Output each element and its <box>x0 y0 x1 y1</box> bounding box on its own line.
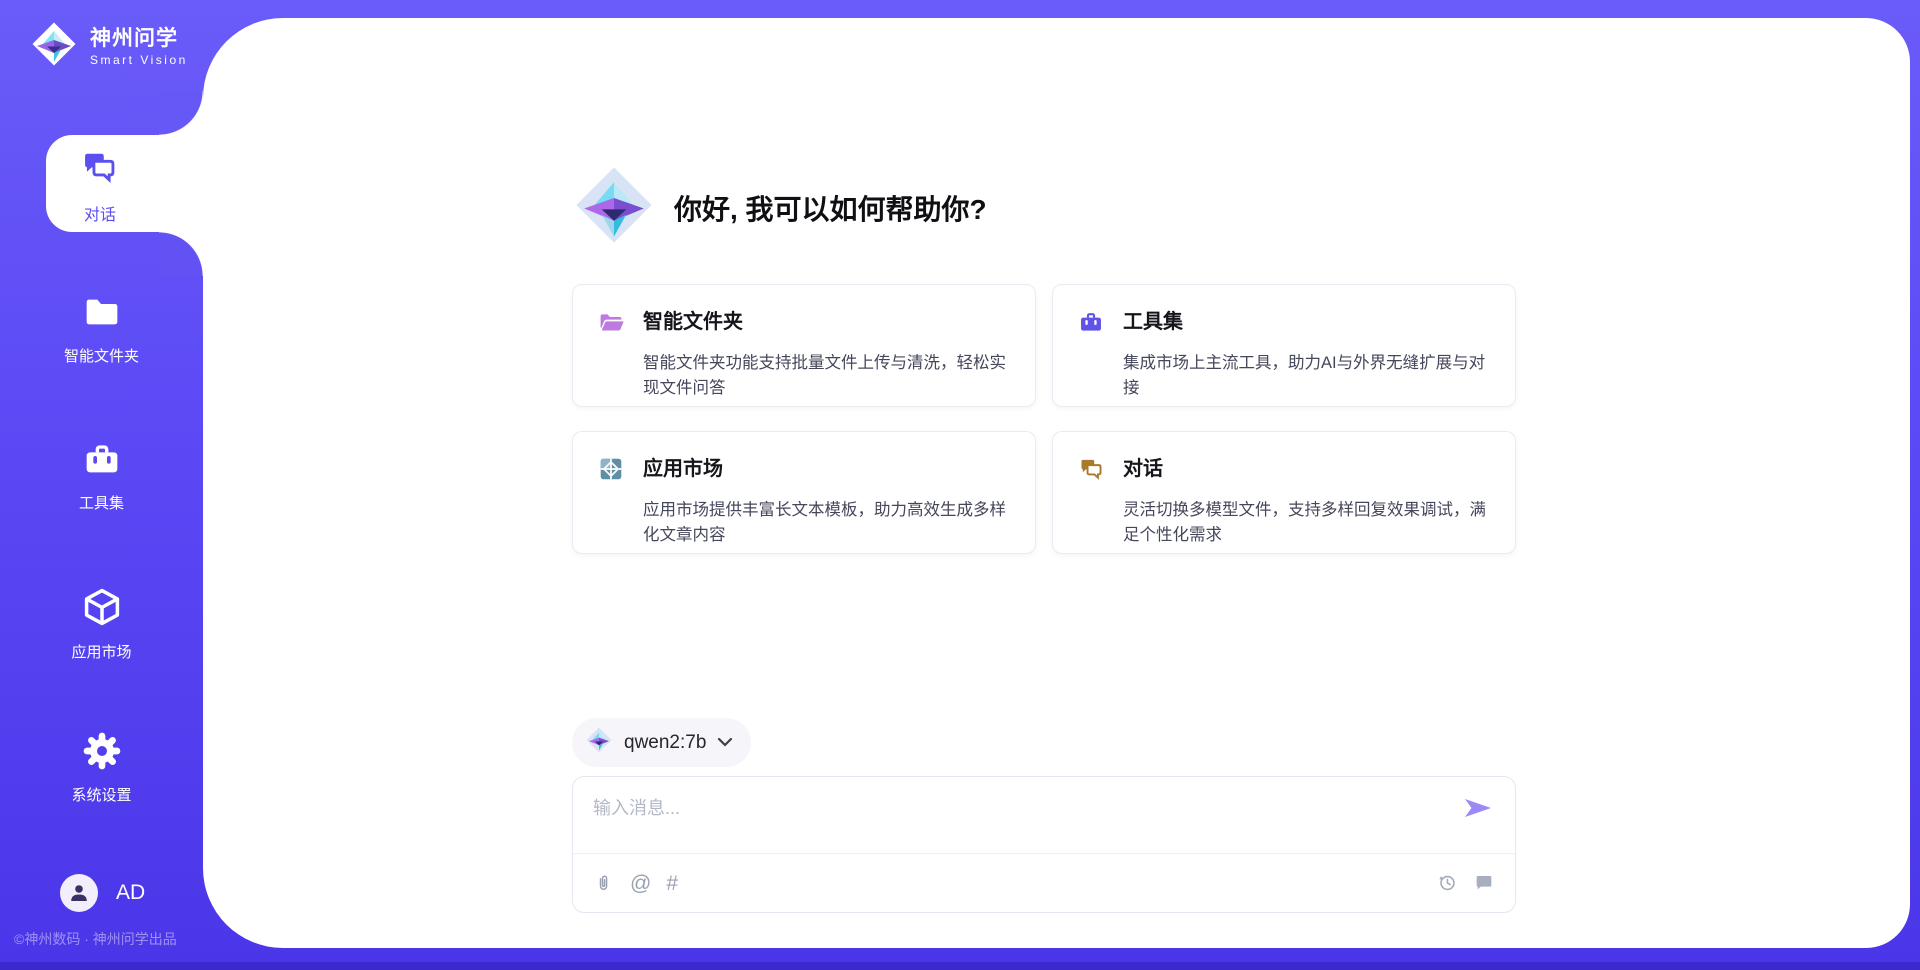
composer-divider <box>573 853 1515 854</box>
model-diamond-icon <box>585 726 613 759</box>
toolbox-icon <box>1078 309 1123 345</box>
new-chat-button[interactable] <box>1473 872 1495 897</box>
greeting: 你好, 我可以如何帮助你? <box>572 163 1516 252</box>
history-icon <box>1435 871 1459 898</box>
composer: @ # <box>572 776 1516 913</box>
card-description: 应用市场提供丰富长文本模板，助力高效生成多样化文章内容 <box>643 498 1017 553</box>
avatar <box>60 874 98 912</box>
card-app-market[interactable]: 应用市场 应用市场提供丰富长文本模板，助力高效生成多样化文章内容 <box>572 431 1036 554</box>
gear-icon <box>82 758 122 775</box>
brand-diamond-icon <box>30 20 78 73</box>
bottom-edge <box>0 962 1920 970</box>
send-icon <box>1463 807 1493 822</box>
sidebar-item-settings[interactable]: 系统设置 <box>0 731 203 805</box>
feature-cards: 智能文件夹 智能文件夹功能支持批量文件上传与清洗，轻松实现文件问答 工具集 集成… <box>572 284 1516 554</box>
send-button[interactable] <box>1463 797 1493 822</box>
composer-toolbar: @ # <box>593 867 1495 901</box>
sidebar: 神州问学 Smart Vision 对话 智能文件夹 <box>0 0 203 970</box>
toolbox-icon <box>82 466 122 483</box>
card-chat[interactable]: 对话 灵活切换多模型文件，支持多样回复效果调试，满足个性化需求 <box>1052 431 1516 554</box>
brand-name: 神州问学 <box>90 27 188 51</box>
at-icon: @ <box>630 872 651 896</box>
active-tab-fillet-top <box>159 91 203 135</box>
history-button[interactable] <box>1435 871 1459 898</box>
message-input[interactable] <box>593 791 1433 825</box>
copyright: ©神州数码 · 神州问学出品 <box>14 929 214 949</box>
folder-open-icon <box>598 309 643 345</box>
sidebar-item-toolset[interactable]: 工具集 <box>0 439 203 513</box>
sidebar-item-chat[interactable]: 对话 <box>46 135 203 232</box>
sidebar-item-label: 工具集 <box>0 492 203 513</box>
card-title: 对话 <box>1123 456 1497 492</box>
brand-subtitle: Smart Vision <box>90 53 188 67</box>
card-description: 智能文件夹功能支持批量文件上传与清洗，轻松实现文件问答 <box>643 351 1017 406</box>
app-diamond-icon <box>572 163 656 252</box>
greeting-title: 你好, 我可以如何帮助你? <box>674 188 987 228</box>
hash-icon: # <box>666 872 678 896</box>
sidebar-item-app-market[interactable]: 应用市场 <box>0 586 203 662</box>
user-name: AD <box>116 881 145 905</box>
card-title: 工具集 <box>1123 309 1497 345</box>
grid-icon <box>598 456 643 492</box>
folder-icon <box>82 319 122 336</box>
sidebar-item-label: 智能文件夹 <box>0 345 203 366</box>
topic-button[interactable]: # <box>666 872 678 896</box>
mention-button[interactable]: @ <box>630 872 651 896</box>
brand: 神州问学 Smart Vision <box>30 20 188 73</box>
main-panel: 你好, 我可以如何帮助你? 智能文件夹 智能文件夹功能支持批量文件上传与清洗，轻… <box>203 18 1910 948</box>
attach-file-button[interactable] <box>593 872 615 897</box>
cube-icon <box>81 615 123 632</box>
card-description: 集成市场上主流工具，助力AI与外界无缝扩展与对接 <box>1123 351 1497 406</box>
chat-icon <box>1078 456 1123 492</box>
user-menu[interactable]: AD <box>60 874 145 912</box>
card-smart-folder[interactable]: 智能文件夹 智能文件夹功能支持批量文件上传与清洗，轻松实现文件问答 <box>572 284 1036 407</box>
card-title: 应用市场 <box>643 456 1017 492</box>
sidebar-item-label: 系统设置 <box>0 784 203 805</box>
sidebar-item-smart-folder[interactable]: 智能文件夹 <box>0 292 203 366</box>
sidebar-item-label: 对话 <box>68 201 132 225</box>
model-selector[interactable]: qwen2:7b <box>572 718 751 767</box>
card-toolset[interactable]: 工具集 集成市场上主流工具，助力AI与外界无缝扩展与对接 <box>1052 284 1516 407</box>
active-tab-fillet-bottom <box>159 232 203 276</box>
model-name: qwen2:7b <box>624 732 706 754</box>
card-description: 灵活切换多模型文件，支持多样回复效果调试，满足个性化需求 <box>1123 498 1497 553</box>
paperclip-icon <box>593 872 615 897</box>
sidebar-item-label: 应用市场 <box>0 641 203 662</box>
chevron-down-icon <box>717 734 733 752</box>
comment-icon <box>1473 872 1495 897</box>
card-title: 智能文件夹 <box>643 309 1017 345</box>
